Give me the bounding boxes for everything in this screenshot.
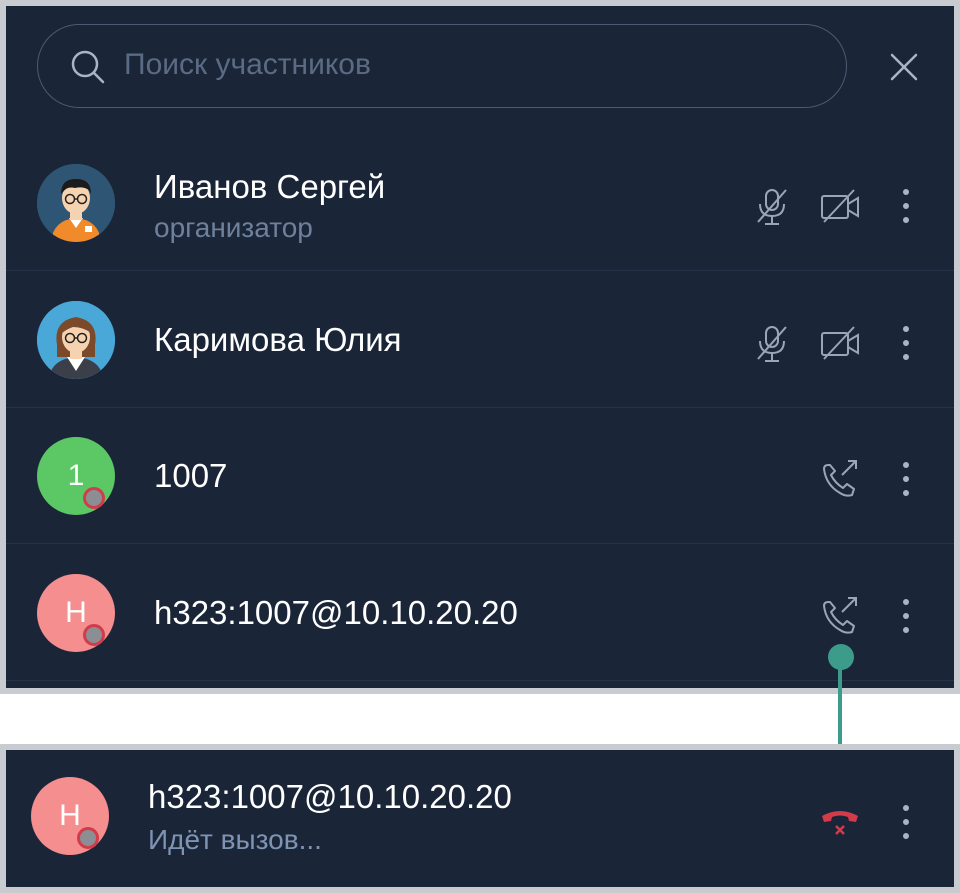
participant-role: организатор (154, 212, 313, 243)
more-options-icon[interactable] (896, 596, 916, 636)
participant-name: 1007 (154, 457, 228, 494)
search-icon (71, 50, 105, 84)
participant-row[interactable]: 1 1007 (6, 407, 954, 544)
avatar-initial: 1 (67, 459, 85, 492)
mic-off-icon[interactable] (750, 321, 794, 365)
video-off-icon[interactable] (818, 321, 862, 365)
call-status: Идёт вызов... (148, 824, 322, 855)
mic-off-icon[interactable] (750, 184, 794, 228)
woman-avatar-icon (37, 301, 115, 379)
participant-row[interactable]: Каримова Юлия (6, 271, 954, 408)
participant-row[interactable]: H h323:1007@10.10.20.20 (6, 544, 954, 681)
avatar-initial: H (59, 799, 81, 832)
participant-name: Иванов Сергей (154, 168, 386, 205)
more-options-icon[interactable] (896, 802, 916, 842)
more-options-icon[interactable] (896, 186, 916, 226)
status-indicator (77, 827, 99, 849)
avatar (37, 301, 115, 379)
close-icon[interactable] (886, 49, 922, 85)
video-off-icon[interactable] (818, 184, 862, 228)
avatar (37, 164, 115, 242)
callout-line (838, 664, 842, 744)
participant-name: h323:1007@10.10.20.20 (148, 778, 512, 815)
avatar-initial: H (65, 596, 87, 629)
calling-participant-panel: H h323:1007@10.10.20.20 Идёт вызов... (0, 744, 960, 893)
participant-row[interactable]: Иванов Сергей организатор (6, 134, 954, 271)
status-indicator (83, 624, 105, 646)
search-field[interactable]: Поиск участников (37, 24, 847, 108)
more-options-icon[interactable] (896, 459, 916, 499)
status-indicator (83, 487, 105, 509)
call-icon[interactable] (818, 594, 862, 638)
participant-name: h323:1007@10.10.20.20 (154, 594, 518, 631)
more-options-icon[interactable] (896, 323, 916, 363)
participants-panel: Поиск участников Иванов Сергей организат… (0, 0, 960, 694)
participant-name: Каримова Юлия (154, 321, 402, 358)
call-icon[interactable] (818, 457, 862, 501)
hangup-icon[interactable] (818, 800, 862, 844)
man-avatar-icon (37, 164, 115, 242)
search-input[interactable]: Поиск участников (124, 48, 371, 82)
